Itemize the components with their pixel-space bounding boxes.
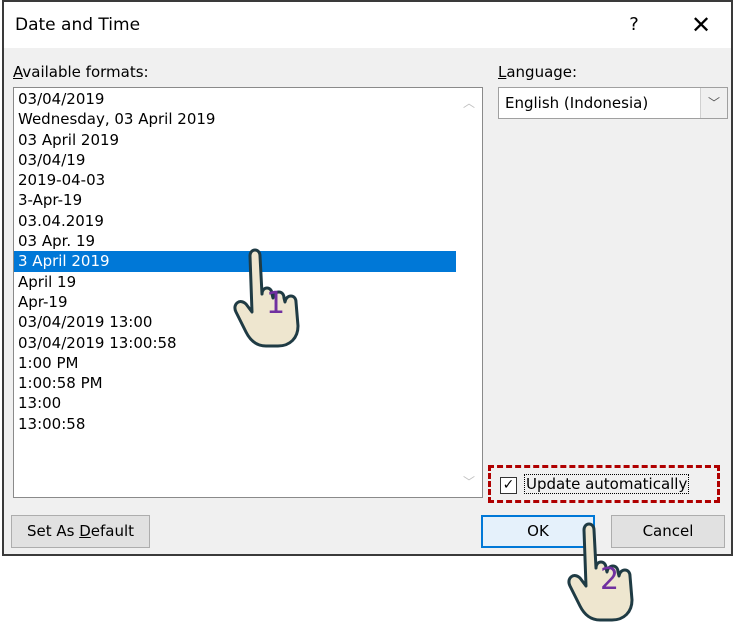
step-2-marker: 2 — [600, 562, 620, 597]
list-item[interactable]: 13:00 — [14, 393, 456, 413]
date-time-dialog: Date and Time ? ✕ Available formats: 03/… — [2, 0, 733, 556]
help-button[interactable]: ? — [620, 11, 648, 39]
available-formats-label: Available formats: — [13, 63, 149, 81]
checkmark-icon: ✓ — [502, 477, 515, 493]
list-item[interactable]: 03 April 2019 — [14, 130, 456, 150]
scroll-up-arrow-icon[interactable]: ︿ — [462, 96, 476, 110]
language-select[interactable]: English (Indonesia) ﹀ — [498, 87, 728, 119]
update-automatically-highlight: ✓ Update automatically — [488, 465, 720, 503]
list-item[interactable]: 03/04/19 — [14, 150, 456, 170]
list-item[interactable]: 03/04/2019 — [14, 89, 456, 109]
list-item[interactable]: Wednesday, 03 April 2019 — [14, 109, 456, 129]
title-bar: Date and Time ? ✕ — [4, 2, 731, 48]
list-item[interactable]: 13:00:58 — [14, 414, 456, 434]
set-as-default-button[interactable]: Set As Default — [11, 515, 150, 548]
language-value: English (Indonesia) — [505, 94, 649, 112]
list-item[interactable]: 03.04.2019 — [14, 211, 456, 231]
update-automatically-checkbox[interactable]: ✓ — [500, 477, 517, 494]
list-item[interactable]: 1:00 PM — [14, 353, 456, 373]
list-item[interactable]: 1:00:58 PM — [14, 373, 456, 393]
scroll-down-arrow-icon[interactable]: ﹀ — [462, 475, 476, 489]
formats-scrollbar[interactable]: ︿ ﹀ — [456, 88, 482, 497]
close-button[interactable]: ✕ — [684, 11, 718, 39]
chevron-down-icon[interactable]: ﹀ — [700, 88, 727, 118]
list-item[interactable]: 2019-04-03 — [14, 170, 456, 190]
step-1-marker: 1 — [266, 286, 286, 321]
update-automatically-label[interactable]: Update automatically — [523, 474, 690, 494]
dialog-title: Date and Time — [15, 15, 141, 35]
list-item[interactable]: 3-Apr-19 — [14, 190, 456, 210]
language-label: Language: — [498, 63, 578, 81]
